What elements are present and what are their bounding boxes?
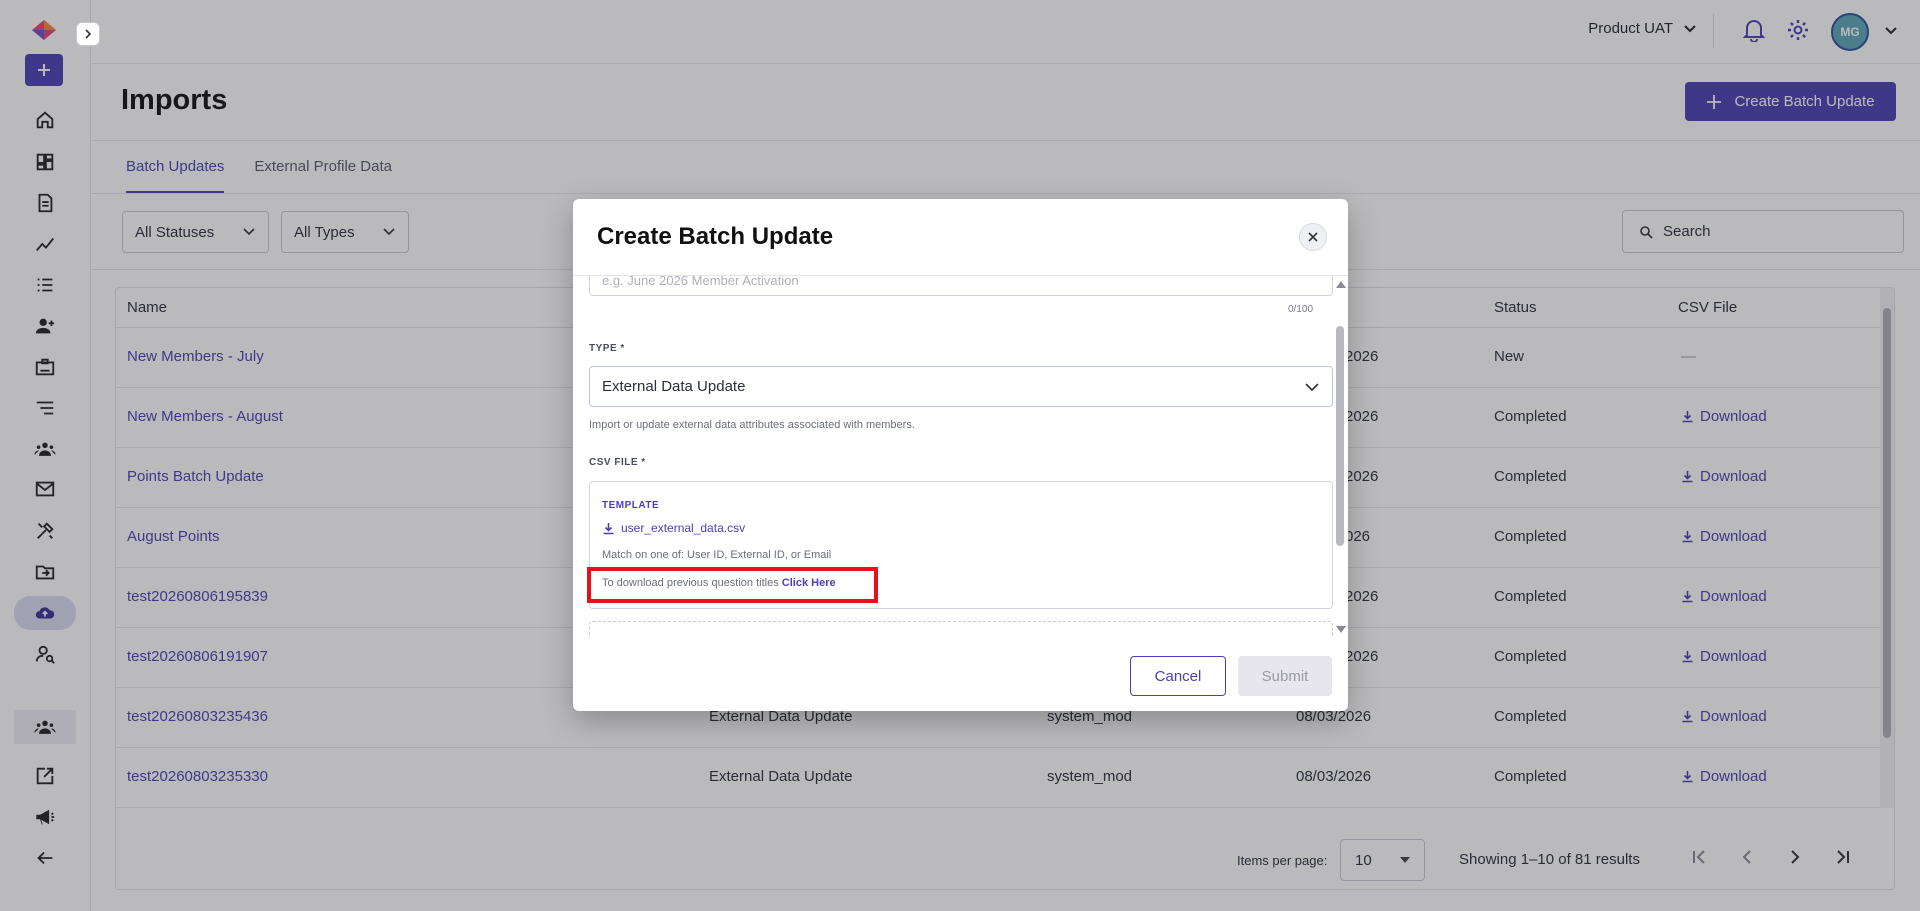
highlight-box xyxy=(587,567,878,603)
scroll-down-icon[interactable] xyxy=(1336,626,1346,633)
create-batch-update-dialog: Create Batch Update e.g. June 2026 Membe… xyxy=(573,199,1348,711)
close-button[interactable] xyxy=(1299,223,1327,251)
type-select-value: External Data Update xyxy=(602,378,746,395)
name-char-counter: 0/100 xyxy=(1288,304,1314,315)
dialog-scrollbar-thumb[interactable] xyxy=(1336,326,1344,546)
sidebar-toggle-button[interactable] xyxy=(76,22,100,46)
template-label: TEMPLATE xyxy=(602,500,660,511)
dialog-scrollbar[interactable] xyxy=(1333,276,1348,638)
cancel-button[interactable]: Cancel xyxy=(1130,656,1226,696)
chevron-down-icon xyxy=(1305,382,1319,391)
type-label: TYPE * xyxy=(589,343,625,354)
match-hint: Match on one of: User ID, External ID, o… xyxy=(602,549,832,561)
csv-drop-zone[interactable] xyxy=(589,621,1333,638)
type-hint: Import or update external data attribute… xyxy=(589,419,915,431)
chevron-right-icon xyxy=(85,29,92,39)
type-select[interactable]: External Data Update xyxy=(589,366,1333,407)
scroll-up-icon[interactable] xyxy=(1336,281,1346,288)
template-filename: user_external_data.csv xyxy=(621,521,746,535)
dialog-title: Create Batch Update xyxy=(597,223,834,250)
template-download-link[interactable]: user_external_data.csv xyxy=(602,521,745,535)
close-icon xyxy=(1308,232,1318,242)
submit-button[interactable]: Submit xyxy=(1238,656,1332,696)
csv-file-label: CSV FILE * xyxy=(589,457,646,468)
download-icon xyxy=(603,522,614,534)
batch-name-placeholder: e.g. June 2026 Member Activation xyxy=(602,276,799,288)
batch-name-input[interactable]: e.g. June 2026 Member Activation xyxy=(589,276,1333,296)
